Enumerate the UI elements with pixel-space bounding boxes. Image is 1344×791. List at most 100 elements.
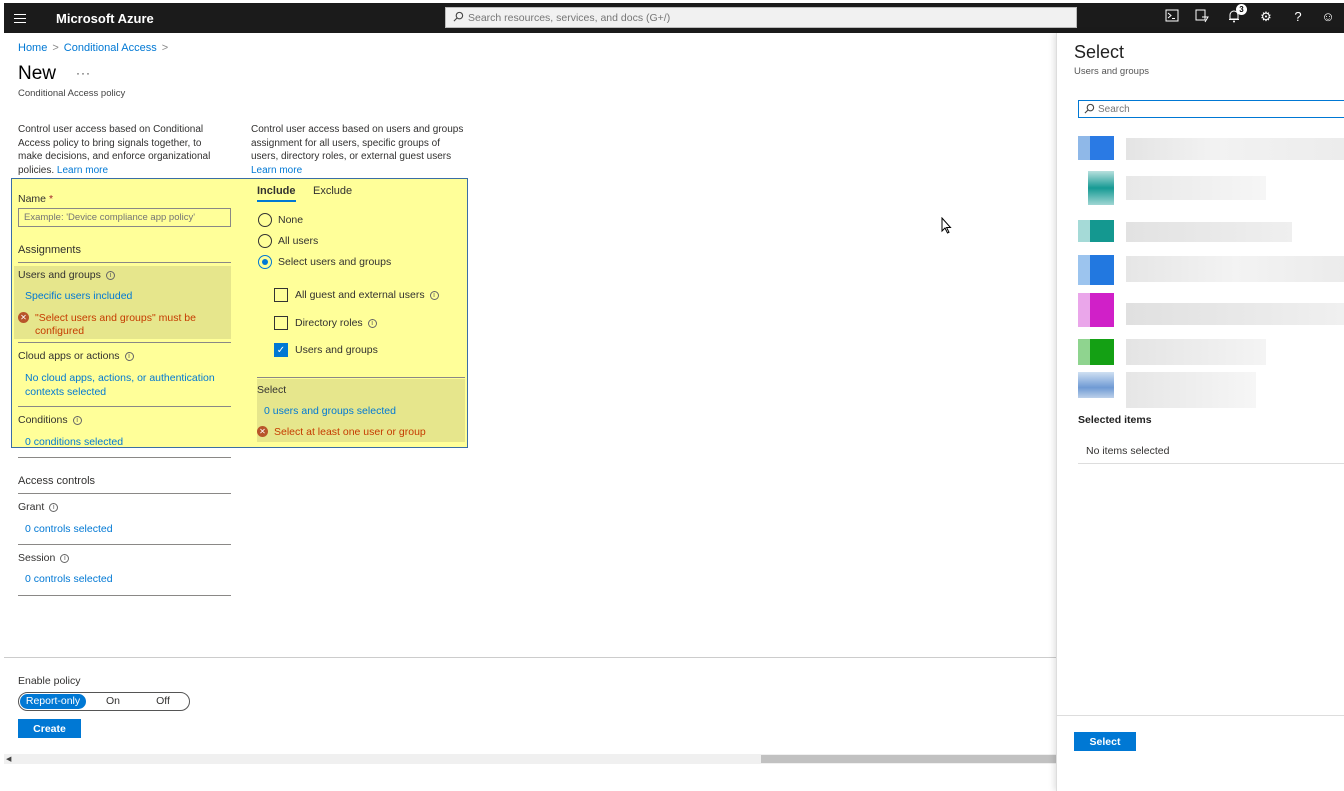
checkbox-guest-external-users[interactable] [274, 288, 288, 302]
learn-more-link[interactable]: Learn more [251, 165, 302, 176]
info-icon[interactable]: i [105, 271, 115, 280]
radio-select-users-groups[interactable] [258, 255, 272, 269]
list-item[interactable] [1126, 372, 1256, 408]
policy-description: Control user access based on Conditional… [18, 123, 210, 177]
users-groups-checkbox-label: Users and groups [295, 344, 378, 356]
users-groups-error: "Select users and groups" must be configu… [35, 312, 196, 337]
divider [257, 377, 465, 378]
panel-subtitle: Users and groups [1074, 66, 1149, 77]
list-item[interactable] [1126, 138, 1344, 160]
enable-policy-toggle: Report-only On Off [18, 692, 190, 711]
selected-items-heading: Selected items [1078, 414, 1152, 426]
divider [18, 406, 231, 407]
breadcrumb-conditional-access[interactable]: Conditional Access [64, 42, 157, 54]
divider [18, 595, 231, 596]
user-avatar[interactable] [1078, 136, 1114, 160]
more-options-icon[interactable]: ··· [76, 66, 91, 80]
users-groups-value[interactable]: Specific users included [25, 290, 132, 302]
toggle-off[interactable]: Off [143, 694, 183, 709]
desc-line: policies. [18, 164, 55, 176]
brand-title[interactable]: Microsoft Azure [56, 11, 154, 26]
user-avatar[interactable] [1078, 220, 1114, 242]
desc-line: make decisions, and enforce organization… [18, 151, 211, 162]
name-label: Name * [18, 193, 54, 205]
divider [18, 342, 231, 343]
horizontal-scrollbar[interactable]: ◀ [4, 754, 1056, 764]
list-item[interactable] [1126, 303, 1344, 325]
checkbox-directory-roles[interactable] [274, 316, 288, 330]
users-description: Control user access based on users and g… [251, 123, 463, 177]
mouse-cursor-icon [941, 217, 952, 234]
conditions-value[interactable]: 0 conditions selected [25, 436, 123, 448]
toggle-on[interactable]: On [93, 694, 133, 709]
user-avatar[interactable] [1078, 255, 1114, 285]
desc-line: Control user access based on Conditional [18, 124, 204, 135]
info-icon[interactable]: i [60, 554, 70, 563]
divider [18, 457, 231, 458]
divider [18, 262, 231, 263]
grant-value[interactable]: 0 controls selected [25, 523, 113, 535]
panel-search[interactable] [1078, 100, 1344, 118]
radio-none-label: None [278, 214, 304, 226]
scroll-left-icon[interactable]: ◀ [6, 755, 11, 763]
select-users-value[interactable]: 0 users and groups selected [264, 405, 396, 417]
error-icon: ✕ [257, 426, 268, 437]
feedback-smiley-icon[interactable]: ☺ [1320, 9, 1336, 25]
list-item[interactable] [1126, 339, 1266, 365]
breadcrumb-home[interactable]: Home [18, 42, 47, 54]
search-icon [1084, 103, 1095, 114]
checkbox-users-groups[interactable]: ✓ [274, 343, 288, 357]
create-button[interactable]: Create [18, 719, 81, 738]
page-title: New [18, 63, 57, 84]
select-error: Select at least one user or group [274, 426, 426, 438]
cloud-apps-label[interactable]: Cloud apps or actions i [18, 350, 134, 362]
select-button[interactable]: Select [1074, 732, 1136, 751]
tab-exclude[interactable]: Exclude [313, 185, 352, 197]
assignments-heading: Assignments [18, 244, 81, 256]
toggle-report-only[interactable]: Report-only [20, 694, 86, 709]
list-item[interactable] [1126, 256, 1344, 282]
panel-search-input[interactable] [1098, 102, 1338, 116]
conditions-label[interactable]: Conditions i [18, 414, 82, 426]
settings-gear-icon[interactable]: ⚙ [1258, 9, 1274, 25]
user-avatar[interactable] [1088, 171, 1114, 205]
breadcrumb: Home > Conditional Access > [18, 42, 173, 54]
info-icon[interactable]: i [72, 416, 82, 425]
list-item[interactable] [1126, 222, 1292, 242]
radio-all-users[interactable] [258, 234, 272, 248]
grant-label[interactable]: Grant i [18, 501, 59, 513]
policy-name-input[interactable] [18, 208, 231, 227]
learn-more-link[interactable]: Learn more [57, 165, 108, 176]
tab-include[interactable]: Include [257, 185, 296, 202]
user-avatar[interactable] [1078, 372, 1114, 398]
radio-none[interactable] [258, 213, 272, 227]
desc-line: Control user access based on users and g… [251, 124, 464, 135]
session-label[interactable]: Session i [18, 552, 70, 564]
select-users-panel: Select Users and groups Selected items N… [1056, 33, 1344, 791]
help-icon[interactable]: ? [1290, 9, 1306, 25]
top-bar: Microsoft Azure 3 ⚙ ? ☺ [4, 3, 1344, 33]
divider [18, 544, 231, 545]
info-icon[interactable]: i [429, 291, 439, 300]
info-icon[interactable]: i [124, 352, 134, 361]
page-subtitle: Conditional Access policy [18, 88, 126, 99]
global-search-input[interactable] [468, 10, 1068, 26]
hamburger-menu-icon[interactable] [14, 11, 26, 23]
user-avatar[interactable] [1078, 293, 1114, 327]
session-value[interactable]: 0 controls selected [25, 573, 113, 585]
divider [4, 657, 1056, 658]
error-icon: ✕ [18, 312, 29, 323]
divider [1057, 715, 1344, 716]
info-icon[interactable]: i [49, 503, 59, 512]
global-search[interactable] [445, 7, 1077, 28]
users-groups-label[interactable]: Users and groups i [18, 269, 115, 281]
radio-all-users-label: All users [278, 235, 319, 247]
cloud-apps-value[interactable]: No cloud apps, actions, or authenticatio… [25, 372, 215, 399]
scrollbar-thumb[interactable] [761, 755, 1056, 763]
info-icon[interactable]: i [367, 319, 377, 328]
user-avatar[interactable] [1078, 339, 1114, 365]
list-item[interactable] [1126, 176, 1266, 200]
directory-filter-icon[interactable] [1194, 9, 1210, 25]
cloud-shell-icon[interactable] [1164, 9, 1180, 25]
divider [1078, 463, 1344, 464]
